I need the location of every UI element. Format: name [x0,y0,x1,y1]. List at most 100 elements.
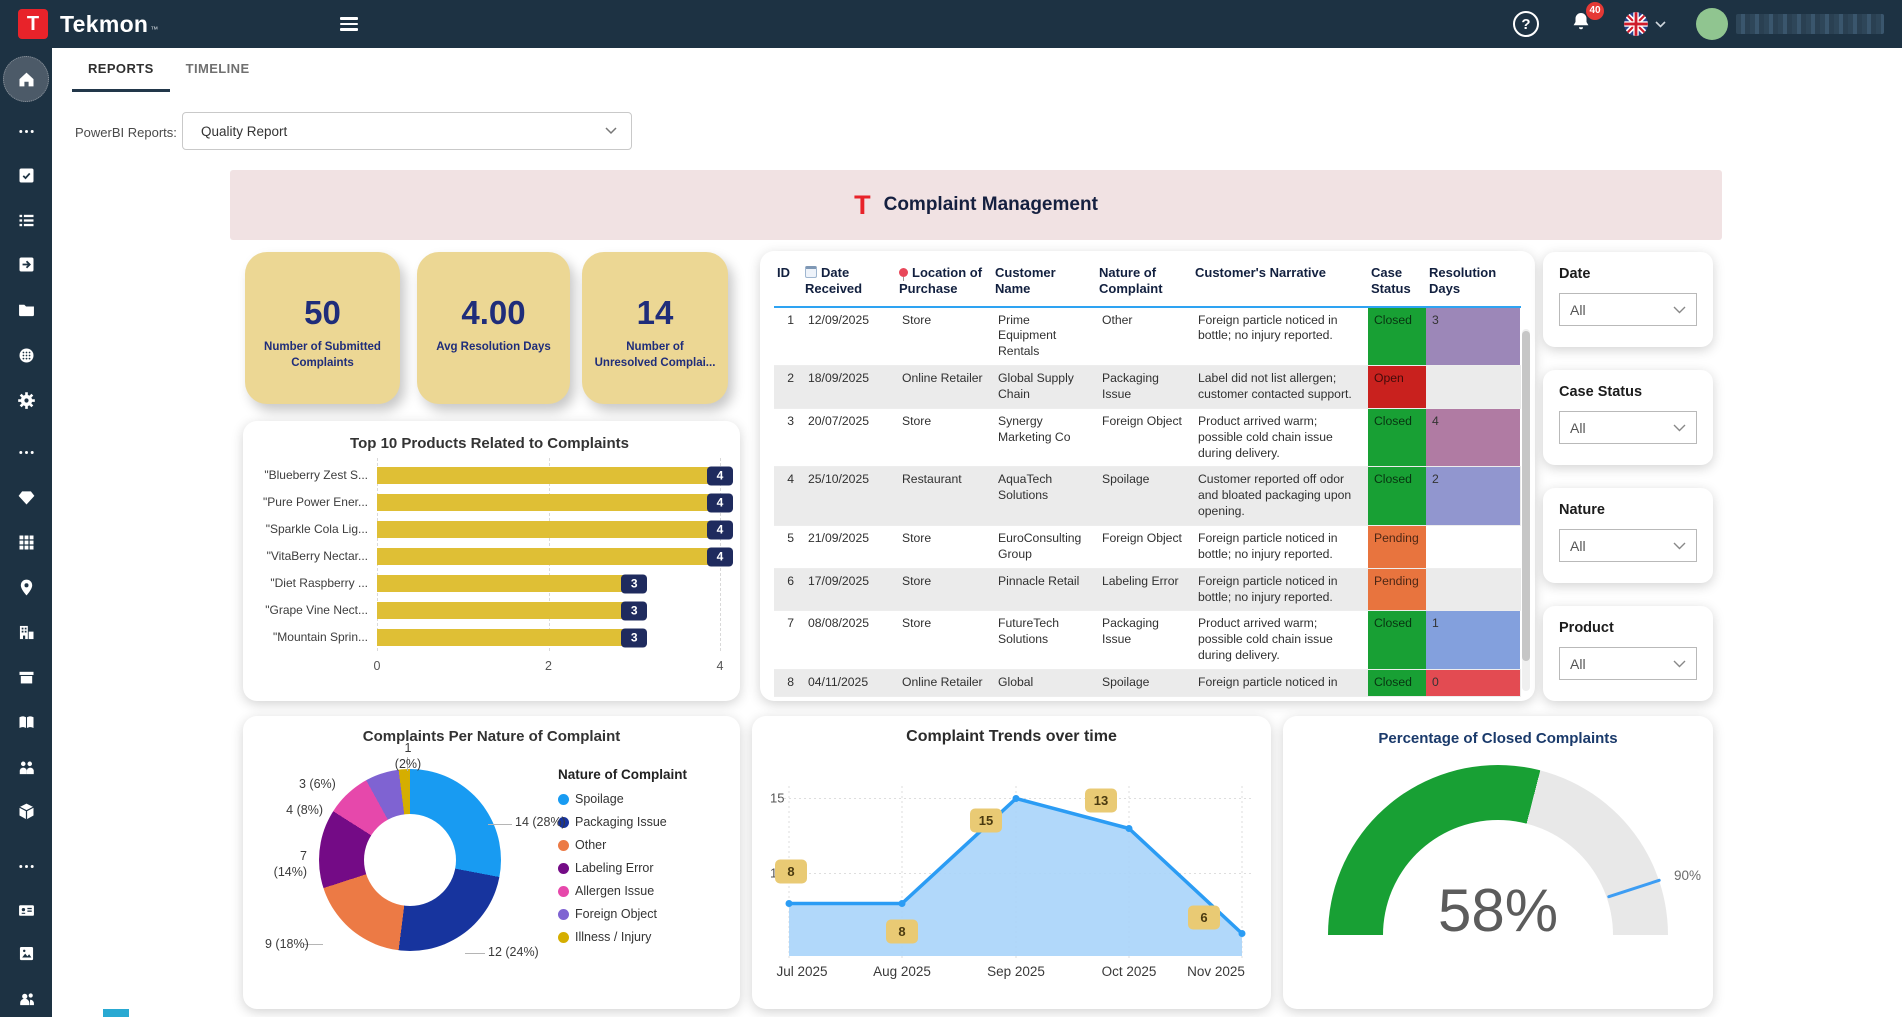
report-selector-dropdown[interactable]: Quality Report [182,112,632,150]
hamburger-menu-icon[interactable] [340,17,358,31]
sidebar-item-id-card-icon[interactable] [0,898,52,922]
sidebar-item-gem-icon[interactable] [0,485,52,509]
callout-line [465,953,485,954]
table-row[interactable]: 112/09/2025StorePrime Equipment RentalsO… [774,308,1521,367]
tekmon-logo-icon[interactable]: T [18,9,48,39]
bar-value-label: 4 [707,547,733,566]
sidebar-item-tasks-icon[interactable] [0,163,52,187]
column-header[interactable]: Case Status [1368,263,1426,306]
legend-item[interactable]: Illness / Injury [558,930,687,944]
legend-item[interactable]: Labeling Error [558,861,687,875]
bar[interactable]: 3 [377,629,634,646]
table-cell: Foreign particle noticed in [1192,670,1368,696]
table-row[interactable]: 708/08/2025StoreFutureTech SolutionsPack… [774,611,1521,670]
sidebar-item-folder-icon[interactable] [0,297,52,321]
table-row[interactable]: 617/09/2025StorePinnacle RetailLabeling … [774,569,1521,612]
table-cell: Labeling Error [1096,569,1192,611]
left-sidebar [0,48,52,1017]
resolution-days-cell [1426,569,1520,611]
tab-bar: REPORTS TIMELINE [72,48,266,92]
report-header-band: T Complaint Management [230,170,1722,240]
table-row[interactable]: 320/07/2025StoreSynergy Marketing CoFore… [774,409,1521,468]
donut-callout-label: 14 (28%) [515,815,585,831]
sidebar-item-list-icon[interactable] [0,208,52,232]
table-row[interactable]: 218/09/2025Online RetailerGlobal Supply … [774,366,1521,409]
user-name-redacted [1736,14,1884,34]
legend-item[interactable]: Foreign Object [558,907,687,921]
bar-category-label: "Pure Power Ener... [259,489,377,516]
bar-category-label: "Sparkle Cola Lig... [259,516,377,543]
bar[interactable]: 3 [377,602,634,619]
legend-item[interactable]: Spoilage [558,792,687,806]
legend-item[interactable]: Other [558,838,687,852]
notifications-bell-icon[interactable]: 40 [1569,10,1593,39]
bar[interactable]: 4 [377,521,720,538]
sidebar-item-book-icon[interactable] [0,710,52,734]
sidebar-item-settings-icon[interactable] [0,388,52,412]
filter-dropdown[interactable]: All [1559,293,1697,326]
line-chart[interactable]: 15108815136Jul 2025Aug 2025Sep 2025Oct 2… [764,746,1259,989]
filter-dropdown[interactable]: All [1559,647,1697,680]
tab-timeline[interactable]: TIMELINE [170,48,266,92]
column-header[interactable]: Nature of Complaint [1096,263,1192,306]
sidebar-item-building-icon[interactable] [0,620,52,644]
svg-text:8: 8 [898,924,905,939]
sidebar-item-home-icon[interactable] [0,67,52,91]
table-cell: Foreign particle noticed in bottle; no i… [1192,308,1368,366]
table-cell: Customer reported off odor and bloated p… [1192,467,1368,525]
svg-text:15: 15 [770,791,784,806]
sidebar-item-more-dots-icon[interactable] [0,440,52,464]
brand-name: Tekmon [60,11,148,38]
tab-reports[interactable]: REPORTS [72,48,170,92]
filter-title: Nature [1559,502,1697,518]
donut-callout-label: 12 (24%) [488,945,558,961]
bar[interactable]: 4 [377,494,720,511]
column-header[interactable]: Resolution Days [1426,263,1520,306]
sidebar-item-more-dots-icon[interactable] [0,119,52,143]
svg-text:Nov 2025: Nov 2025 [1187,964,1245,979]
bar[interactable]: 3 [377,575,634,592]
column-header[interactable]: Customer's Narrative [1192,263,1368,306]
user-avatar[interactable] [1696,8,1728,40]
bar[interactable]: 4 [377,548,720,565]
sidebar-item-user-group-icon[interactable] [0,986,52,1010]
filter-dropdown[interactable]: All [1559,411,1697,444]
legend-item[interactable]: Allergen Issue [558,884,687,898]
sidebar-item-export-icon[interactable] [0,252,52,276]
table-row[interactable]: 425/10/2025RestaurantAquaTech SolutionsS… [774,467,1521,526]
sidebar-item-apps-grid-icon[interactable] [0,530,52,554]
language-selector[interactable] [1623,11,1666,37]
kpi-label: Number of Submitted Complaints [245,340,400,371]
resolution-days-cell [1426,526,1520,568]
sidebar-item-image-icon[interactable] [0,941,52,965]
donut-hole [364,814,456,906]
filter-value: All [1570,538,1586,554]
resolution-days-cell: 3 [1426,308,1520,366]
table-row[interactable]: 804/11/2025Online RetailerGlobalSpoilage… [774,670,1521,697]
help-icon[interactable]: ? [1513,11,1539,37]
sidebar-item-package-icon[interactable] [0,799,52,823]
filter-dropdown[interactable]: All [1559,529,1697,562]
column-header[interactable]: Date Received [802,263,896,306]
gauge-value: 58% [1328,876,1668,945]
case-status-cell: Closed [1368,467,1426,525]
resolution-days-cell: 4 [1426,409,1520,467]
table-cell: 04/11/2025 [802,670,896,696]
sidebar-item-sphere-icon[interactable] [0,343,52,367]
column-header[interactable]: ID [774,263,802,306]
sidebar-item-users-icon[interactable] [0,755,52,779]
powerbi-footer-fragment [103,1009,129,1017]
table-row[interactable]: 521/09/2025StoreEuroConsulting GroupFore… [774,526,1521,569]
bar[interactable]: 4 [377,467,720,484]
table-cell: 2 [774,366,802,408]
sidebar-item-location-icon[interactable] [0,575,52,599]
scrollbar-thumb[interactable] [1522,331,1530,661]
sidebar-item-archive-icon[interactable] [0,665,52,689]
table-cell: Spoilage [1096,467,1192,525]
svg-text:Jul 2025: Jul 2025 [776,964,827,979]
donut-callout-label: 9 (18%) [265,937,325,953]
column-header[interactable]: Location of Purchase [896,263,992,306]
column-header[interactable]: Customer Name [992,263,1096,306]
report-selector-label: PowerBI Reports: [75,125,177,140]
sidebar-item-more-dots-icon[interactable] [0,854,52,878]
